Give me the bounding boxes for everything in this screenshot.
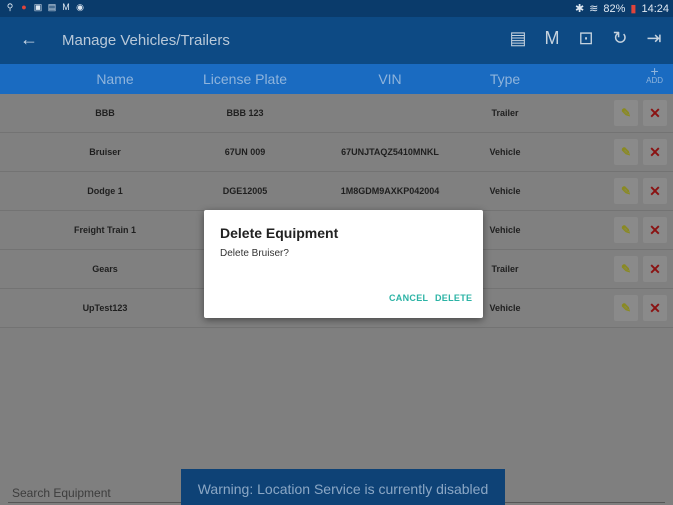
- row-type: Trailer: [491, 108, 519, 118]
- row-plate: BBB 123: [226, 108, 264, 118]
- row-type: Vehicle: [489, 303, 521, 313]
- table-row[interactable]: Dodge 1 DGE12005 1M8GDM9AXKP042004 Vehic…: [0, 172, 673, 211]
- plus-icon: +: [650, 63, 659, 79]
- image-icon: ▣: [33, 2, 43, 12]
- add-label: ADD: [646, 76, 663, 85]
- edit-pencil-icon[interactable]: ✎: [614, 139, 638, 165]
- location-icon: ⚲: [6, 2, 14, 12]
- row-name: Dodge 1: [87, 186, 123, 196]
- delete-x-icon[interactable]: ✕: [643, 100, 667, 126]
- message-icon[interactable]: ▤: [507, 28, 529, 49]
- battery-icon: ▮: [630, 3, 637, 15]
- row-vin: 67UNJTAQZ5410MNKL: [341, 147, 439, 157]
- row-type: Vehicle: [489, 147, 521, 157]
- table-row[interactable]: Bruiser 67UN 009 67UNJTAQZ5410MNKL Vehic…: [0, 133, 673, 172]
- battery-percent: 82%: [603, 2, 626, 15]
- m-icon[interactable]: M: [541, 28, 563, 49]
- table-header: Name License Plate VIN Type + ADD: [0, 64, 673, 94]
- location-warning-toast: Warning: Location Service is currently d…: [181, 469, 505, 505]
- edit-pencil-icon[interactable]: ✎: [614, 217, 638, 243]
- row-type: Vehicle: [489, 186, 521, 196]
- search-input[interactable]: Search Equipment: [12, 486, 111, 500]
- delete-x-icon[interactable]: ✕: [643, 295, 667, 321]
- clock: 14:24: [641, 2, 669, 15]
- edit-pencil-icon[interactable]: ✎: [614, 295, 638, 321]
- status-bar-system: ✱ ≋ 82% ▮ 14:24: [574, 2, 669, 16]
- status-bar: ⚲ ● ▣ ▤ M ◉ ✱ ≋ 82% ▮ 14:24: [0, 0, 673, 17]
- dialog-message: Delete Bruiser?: [220, 248, 289, 259]
- cancel-button[interactable]: CANCEL: [389, 293, 428, 303]
- row-name: Gears: [92, 264, 118, 274]
- refresh-icon[interactable]: ↻: [609, 28, 631, 49]
- edit-pencil-icon[interactable]: ✎: [614, 178, 638, 204]
- add-button[interactable]: + ADD: [646, 63, 663, 86]
- back-arrow-icon[interactable]: ←: [20, 29, 38, 50]
- delete-x-icon[interactable]: ✕: [643, 139, 667, 165]
- inspection-icon[interactable]: ⊡: [575, 28, 597, 49]
- row-type: Vehicle: [489, 225, 521, 235]
- row-name: Freight Train 1: [73, 225, 136, 235]
- chrome-icon: ◉: [76, 2, 84, 12]
- status-bar-notifications: ⚲ ● ▣ ▤ M ◉: [5, 2, 85, 12]
- bluetooth-icon: ✱: [574, 3, 585, 15]
- row-vin: 1M8GDM9AXKP042004: [340, 186, 440, 196]
- header-name: Name: [96, 71, 134, 87]
- edit-pencil-icon[interactable]: ✎: [614, 100, 638, 126]
- dialog-title: Delete Equipment: [220, 225, 339, 241]
- storage-icon: ▤: [47, 2, 57, 12]
- gmail-icon: M: [62, 2, 70, 12]
- alert-icon: ●: [21, 2, 27, 12]
- row-plate: 67UN 009: [224, 147, 266, 157]
- edit-pencil-icon[interactable]: ✎: [614, 256, 638, 282]
- app-bar: ← Manage Vehicles/Trailers ▤ M ⊡ ↻ ⇥: [0, 17, 673, 64]
- table-row[interactable]: BBB BBB 123 Trailer ✎ ✕: [0, 94, 673, 133]
- delete-equipment-dialog: Delete Equipment Delete Bruiser? CANCEL …: [204, 210, 483, 318]
- wifi-icon: ≋: [589, 3, 599, 15]
- logout-icon[interactable]: ⇥: [643, 28, 665, 49]
- delete-x-icon[interactable]: ✕: [643, 217, 667, 243]
- header-license-plate: License Plate: [202, 71, 288, 87]
- app-bar-actions: ▤ M ⊡ ↻ ⇥: [507, 28, 665, 49]
- page-title: Manage Vehicles/Trailers: [62, 32, 230, 49]
- row-name: Bruiser: [89, 147, 121, 157]
- row-name: UpTest123: [82, 303, 128, 313]
- row-plate: DGE12005: [222, 186, 268, 196]
- delete-x-icon[interactable]: ✕: [643, 256, 667, 282]
- row-type: Trailer: [491, 264, 519, 274]
- delete-button[interactable]: DELETE: [435, 293, 472, 303]
- row-name: BBB: [95, 108, 115, 118]
- delete-x-icon[interactable]: ✕: [643, 178, 667, 204]
- header-vin: VIN: [378, 71, 402, 87]
- header-type: Type: [489, 71, 521, 87]
